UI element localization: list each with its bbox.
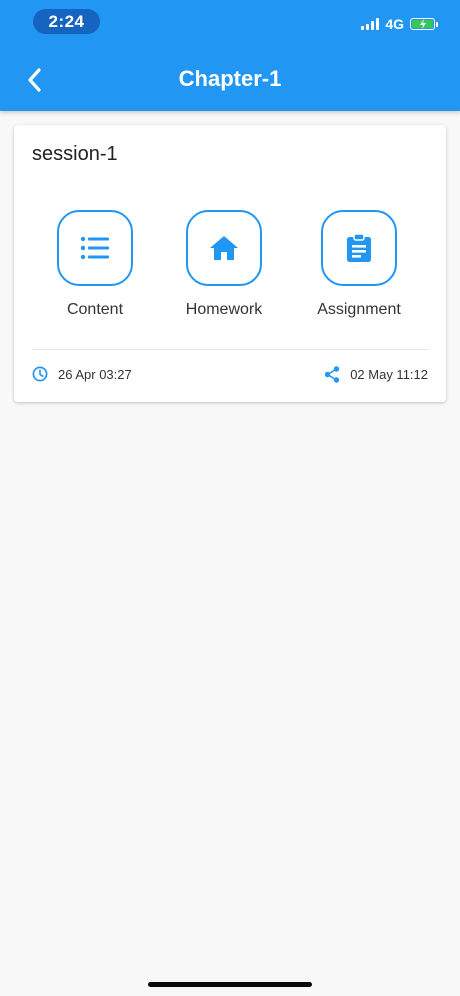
homework-button[interactable]: Homework [164, 210, 284, 319]
shared-date: 02 May 11:12 [350, 367, 428, 382]
charging-bolt-icon [420, 19, 426, 29]
created-date: 26 Apr 03:27 [58, 366, 132, 382]
signal-icon [361, 18, 380, 30]
homework-icon-box[interactable] [186, 210, 262, 286]
session-title: session-1 [32, 143, 118, 165]
homework-label: Homework [185, 301, 263, 318]
home-icon [210, 236, 238, 260]
session-card: session-1 Content Homework Assignment 26… [14, 125, 446, 402]
page-title: Chapter-1 [178, 66, 282, 91]
clock-icon [32, 366, 48, 382]
content-icon-box[interactable] [57, 210, 133, 286]
network-type: 4G [385, 16, 404, 32]
assignment-icon-box[interactable] [321, 210, 397, 286]
divider [32, 349, 428, 350]
shared-info: 02 May 11:12 [324, 366, 428, 383]
clipboard-icon [347, 233, 371, 262]
status-time: 2:24 [33, 9, 100, 34]
battery-icon [410, 18, 438, 30]
assignment-button[interactable]: Assignment [299, 210, 419, 319]
app-bar: 2:24 4G Chapter-1 [0, 0, 460, 111]
app-root: 2:24 4G Chapter-1 session-1 Content Home… [0, 0, 460, 996]
home-indicator [148, 982, 312, 987]
status-indicators: 4G [361, 14, 438, 34]
list-icon [80, 236, 109, 260]
content-label: Content [66, 301, 124, 318]
content-button[interactable]: Content [35, 210, 155, 319]
assignment-label: Assignment [317, 301, 401, 318]
created-info: 26 Apr 03:27 [32, 366, 132, 382]
share-icon[interactable] [324, 366, 340, 383]
